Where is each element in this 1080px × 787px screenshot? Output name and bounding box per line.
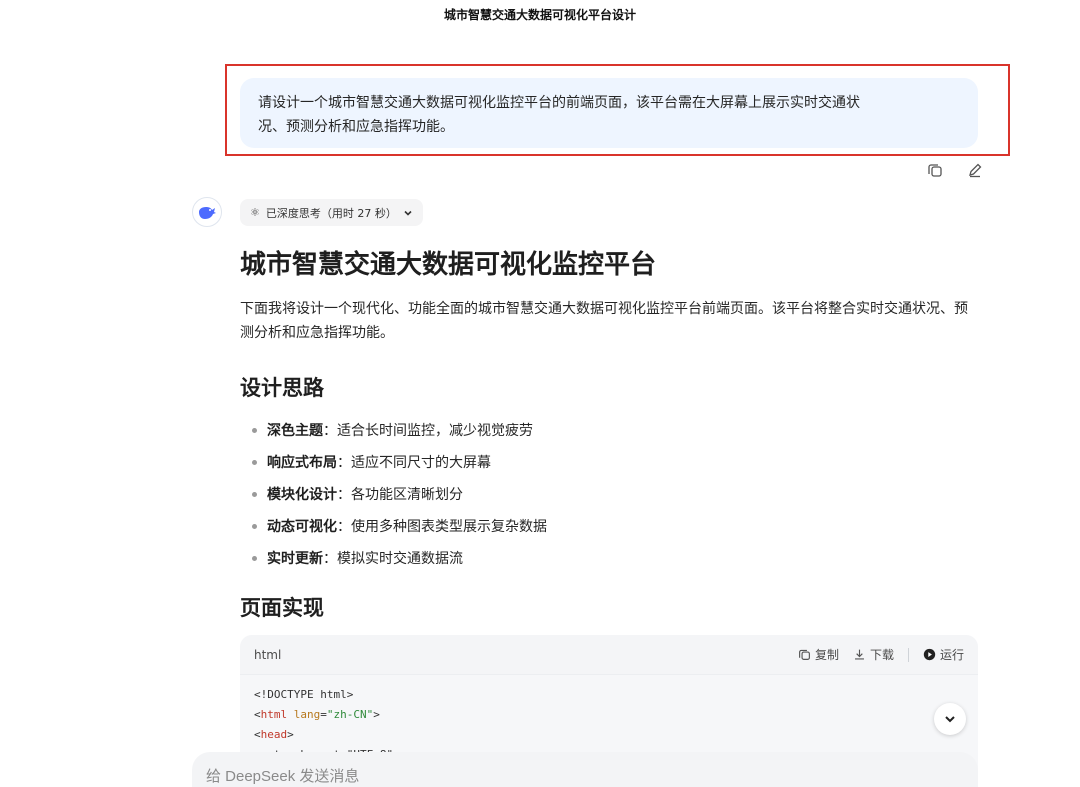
atom-icon: ⚛ <box>250 206 260 219</box>
bullet-term: 模块化设计 <box>267 487 337 503</box>
download-icon <box>855 649 864 660</box>
code-tag: html <box>260 708 288 721</box>
copy-message-button[interactable] <box>925 160 945 180</box>
code-text: <!DOCTYPE html> <box>254 688 354 701</box>
code-text: < <box>254 728 261 741</box>
bullet-term: 深色主题 <box>267 423 323 439</box>
bullet-desc: ：模拟实时交通数据流 <box>323 551 463 567</box>
bullet-dot <box>252 491 257 497</box>
code-string: "zh-CN" <box>326 708 374 721</box>
code-text: > <box>287 728 294 741</box>
edit-message-button[interactable] <box>965 160 985 180</box>
bullet-dot <box>252 427 257 433</box>
list-item: 深色主题 ：适合长时间监控，减少视觉疲劳 <box>240 414 547 446</box>
deep-think-label: 已深度思考（用时 27 秒） <box>265 206 397 220</box>
code-text: = <box>320 708 327 721</box>
page-title: 城市智慧交通大数据可视化平台设计 <box>443 8 636 22</box>
expand-code-button[interactable] <box>934 703 966 735</box>
code-line: <html lang="zh-CN"> <box>254 705 964 725</box>
pencil-icon <box>969 163 982 178</box>
bullet-desc: ：使用多种图表类型展示复杂数据 <box>337 519 547 535</box>
copy-code-label: 复制 <box>814 648 839 662</box>
bullet-dot <box>252 523 257 529</box>
copy-icon <box>799 649 810 660</box>
deepseek-avatar <box>192 197 222 227</box>
bullet-term: 动态可视化 <box>267 519 337 535</box>
code-toolbar: 复制 下载 运行 <box>798 646 964 663</box>
code-line: <head> <box>254 725 964 745</box>
list-item: 响应式布局 ：适应不同尺寸的大屏幕 <box>240 446 547 478</box>
chevron-down-icon <box>945 716 955 723</box>
run-code-button[interactable]: 运行 <box>923 646 964 663</box>
implementation-heading: 页面实现 <box>240 596 324 620</box>
deep-think-toggle[interactable]: ⚛ 已深度思考（用时 27 秒） <box>240 199 423 226</box>
bullet-term: 实时更新 <box>267 551 323 567</box>
toolbar-divider <box>907 647 909 662</box>
code-language-label: html <box>254 647 282 662</box>
message-input[interactable] <box>206 768 964 785</box>
answer-title: 城市智慧交通大数据可视化监控平台 <box>240 250 657 280</box>
whale-logo-icon <box>199 207 216 219</box>
code-attr: lang <box>287 708 321 721</box>
message-actions <box>925 160 985 180</box>
copy-icon <box>928 164 942 177</box>
list-item: 实时更新 ：模拟实时交通数据流 <box>240 542 547 574</box>
list-item: 模块化设计 ：各功能区清晰划分 <box>240 478 547 510</box>
highlight-box <box>225 64 1010 156</box>
bullet-dot <box>252 555 257 561</box>
code-header: html 复制 下载 运行 <box>240 635 978 675</box>
play-icon <box>923 648 936 661</box>
chevron-down-icon <box>404 210 412 216</box>
copy-code-button[interactable]: 复制 <box>798 646 839 663</box>
bullet-desc: ：适合长时间监控，减少视觉疲劳 <box>323 423 533 439</box>
list-item: 动态可视化 ：使用多种图表类型展示复杂数据 <box>240 510 547 542</box>
download-code-label: 下载 <box>869 648 894 662</box>
bullet-dot <box>252 459 257 465</box>
download-code-button[interactable]: 下载 <box>853 646 894 663</box>
code-text: > <box>373 708 380 721</box>
code-line: <!DOCTYPE html> <box>254 685 964 705</box>
bullet-desc: ：各功能区清晰划分 <box>337 487 463 503</box>
design-bullet-list: 深色主题 ：适合长时间监控，减少视觉疲劳 响应式布局 ：适应不同尺寸的大屏幕 模块化… <box>240 414 547 574</box>
design-heading: 设计思路 <box>240 376 324 400</box>
answer-intro: 下面我将设计一个现代化、功能全面的城市智慧交通大数据可视化监控平台前端页面。该平… <box>240 301 968 341</box>
chat-input-area <box>192 752 978 787</box>
bullet-desc: ：适应不同尺寸的大屏幕 <box>337 455 491 471</box>
code-tag: head <box>260 728 288 741</box>
code-text: < <box>254 708 261 721</box>
run-code-label: 运行 <box>939 648 964 662</box>
bullet-term: 响应式布局 <box>267 455 337 471</box>
